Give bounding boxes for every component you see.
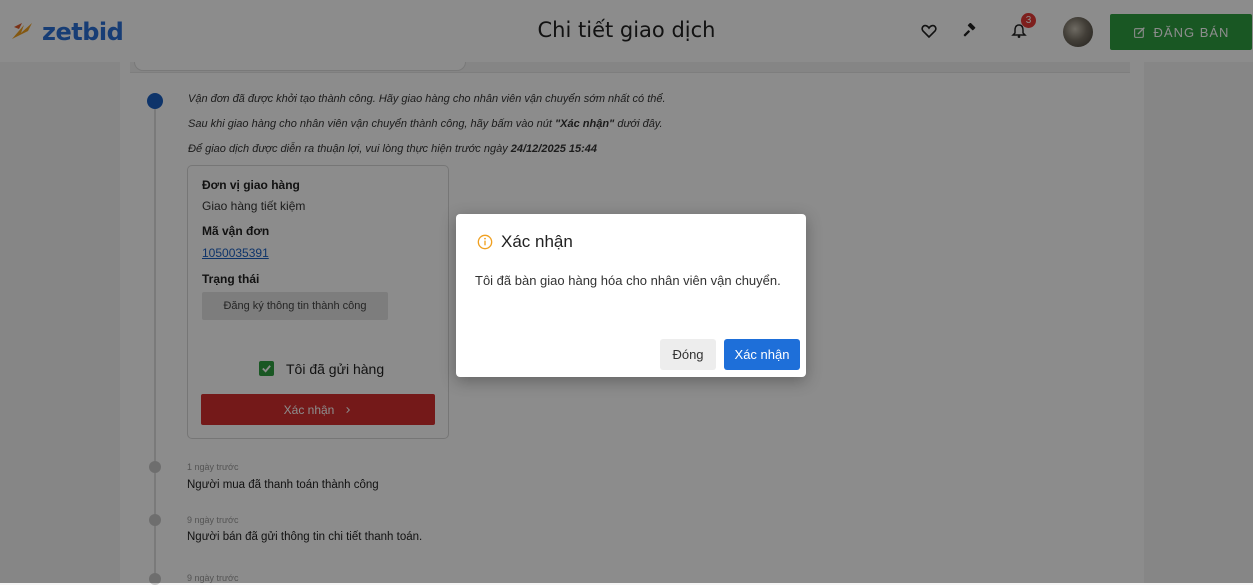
modal-message: Tôi đã bàn giao hàng hóa cho nhân viên v…	[475, 273, 781, 288]
modal-header: Xác nhận	[477, 232, 573, 252]
info-icon	[477, 234, 493, 250]
modal-confirm-button[interactable]: Xác nhận	[724, 339, 800, 370]
modal-close-button[interactable]: Đóng	[660, 339, 716, 370]
modal-title: Xác nhận	[501, 232, 573, 251]
